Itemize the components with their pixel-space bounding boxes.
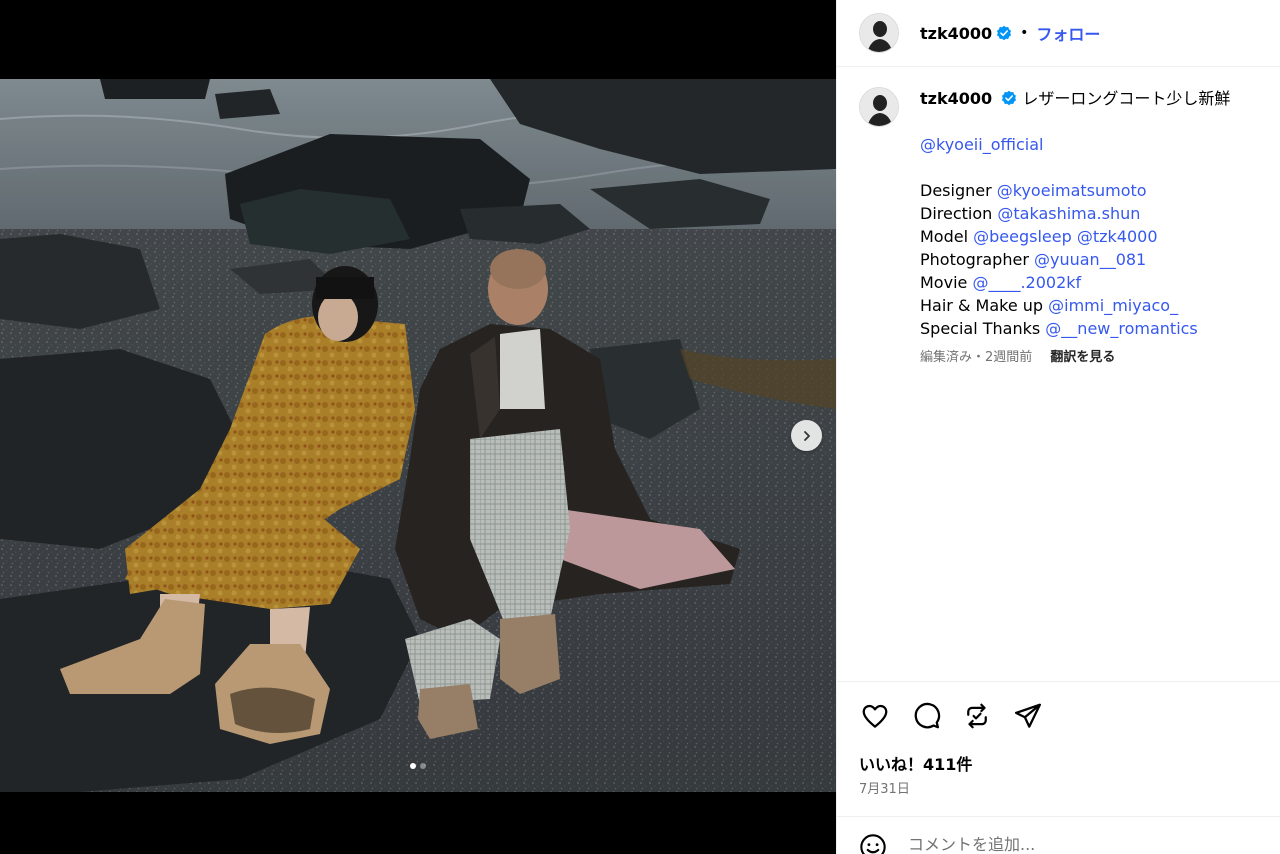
post-actions-section: いいね！411件 7月31日 [837, 681, 1280, 797]
post-header: tzk4000 • フォロー [837, 0, 1280, 67]
caption: tzk4000 レザーロングコート少し新鮮 @kyoeii_official D… [859, 87, 1269, 365]
post-media [0, 0, 836, 854]
carousel-next-button[interactable] [791, 420, 822, 451]
edited-timestamp: 編集済み・2週間前 [920, 350, 1033, 365]
caption-brand-line: @kyoeii_official [920, 133, 1260, 156]
repost-button[interactable] [961, 700, 992, 731]
mention-link[interactable]: @__new_romantics [1045, 319, 1197, 338]
caption-body: tzk4000 レザーロングコート少し新鮮 @kyoeii_official D… [920, 87, 1260, 365]
comment-icon [914, 702, 940, 728]
post-photo [0, 79, 836, 792]
header-separator: • [1020, 25, 1029, 41]
comment-input[interactable] [908, 835, 1208, 854]
share-button[interactable] [1012, 700, 1043, 731]
comment-button[interactable] [910, 700, 941, 731]
mention-link[interactable]: @takashima.shun [997, 204, 1140, 223]
credit-line: Direction @takashima.shun [920, 202, 1260, 225]
carousel-indicator [0, 763, 836, 769]
follow-button[interactable]: フォロー [1036, 21, 1100, 45]
credit-role: Hair & Make up [920, 296, 1044, 315]
mention-link[interactable]: @tzk4000 [1077, 227, 1158, 246]
credit-line: Movie @____.2002kf [920, 271, 1260, 294]
avatar[interactable] [859, 13, 899, 53]
credit-role: Direction [920, 204, 993, 223]
like-button[interactable] [859, 700, 890, 731]
caption-avatar[interactable] [859, 87, 899, 127]
mention-link[interactable]: @immi_miyaco_ [1048, 296, 1178, 315]
mention-link[interactable]: @kyoeimatsumoto [997, 181, 1147, 200]
comment-composer [837, 816, 1280, 854]
carousel-dot [410, 763, 416, 769]
heart-icon [862, 704, 887, 728]
mention-link[interactable]: @kyoeii_official [920, 135, 1043, 154]
mention-link[interactable]: @beegsleep [973, 227, 1072, 246]
share-icon [1014, 703, 1041, 728]
credit-line: Special Thanks @__new_romantics [920, 317, 1260, 340]
chevron-right-icon [803, 430, 810, 441]
post-username[interactable]: tzk4000 [920, 24, 992, 43]
credit-role: Model [920, 227, 969, 246]
credit-line: Designer @kyoeimatsumoto [920, 179, 1260, 202]
emoji-icon [860, 834, 886, 854]
mention-link[interactable]: @yuuan__081 [1034, 250, 1146, 269]
post-date: 7月31日 [859, 782, 910, 797]
credit-line: Model @beegsleep @tzk4000 [920, 225, 1260, 248]
mention-link[interactable]: @____.2002kf [972, 273, 1081, 292]
carousel-dot [420, 763, 426, 769]
caption-username[interactable]: tzk4000 [920, 89, 992, 108]
credit-role: Special Thanks [920, 319, 1041, 338]
credit-line: Photographer @yuuan__081 [920, 248, 1260, 271]
emoji-button[interactable] [859, 833, 887, 854]
verified-badge-icon [1001, 90, 1017, 106]
instagram-post-view: tzk4000 • フォロー tzk4000 レザーロングコート少し新鮮 @ky… [0, 0, 1280, 854]
credit-line: Hair & Make up @immi_miyaco_ [920, 294, 1260, 317]
post-side-panel: tzk4000 • フォロー tzk4000 レザーロングコート少し新鮮 @ky… [836, 0, 1280, 854]
action-bar [859, 700, 1043, 731]
like-count[interactable]: いいね！411件 [859, 751, 972, 775]
translate-button[interactable]: 翻訳を見る [1050, 350, 1115, 365]
credit-role: Photographer [920, 250, 1029, 269]
caption-text: レザーロングコート少し新鮮 [1022, 89, 1231, 108]
credit-role: Designer [920, 181, 992, 200]
credit-role: Movie [920, 273, 968, 292]
verified-badge-icon [996, 25, 1012, 41]
caption-first-line: tzk4000 レザーロングコート少し新鮮 [920, 87, 1260, 110]
caption-meta: 編集済み・2週間前 翻訳を見る [920, 346, 1260, 365]
repost-icon [966, 703, 987, 728]
